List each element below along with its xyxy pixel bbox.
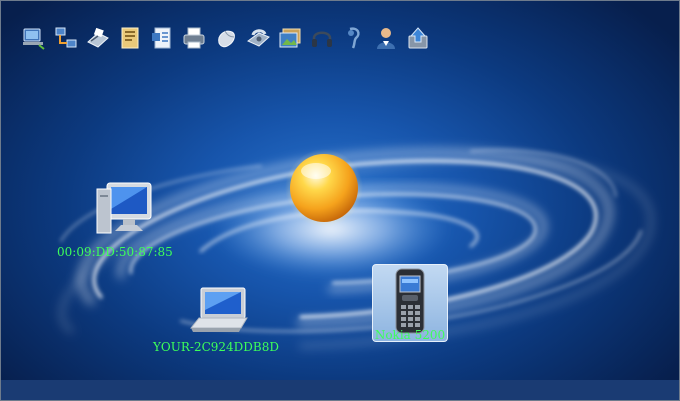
lan-connect-icon [53,25,79,51]
local-bluetooth-orb-icon[interactable] [285,149,363,227]
fax-button[interactable] [85,24,111,52]
file-transfer-icon [117,25,143,51]
sync-icon [405,25,431,51]
image-transfer-button[interactable] [277,24,303,52]
service-toolbar [21,21,431,55]
headset-icon [341,25,367,51]
mouse-button[interactable] [213,24,239,52]
mouse-icon [213,25,239,51]
network-access-button[interactable] [21,24,47,52]
phone-device-label: Nokia 5200 [374,328,446,342]
bluetooth-places-window: 00:09:DD:50:87:85 YOUR-2C924DDB8D Nokia … [0,0,680,401]
sync-button[interactable] [405,24,431,52]
object-push-icon [149,25,175,51]
personal-network-icon [373,25,399,51]
phone-device[interactable]: Nokia 5200 [372,264,448,342]
dialup-icon [245,25,271,51]
headphones-icon [309,25,335,51]
fax-icon [85,25,111,51]
headphones-button[interactable] [309,24,335,52]
laptop-computer-icon [141,284,291,340]
lan-connect-button[interactable] [53,24,79,52]
object-push-button[interactable] [149,24,175,52]
printer-button[interactable] [181,24,207,52]
desktop-computer-icon [77,179,153,245]
file-transfer-button[interactable] [117,24,143,52]
network-access-icon [21,25,47,51]
headset-button[interactable] [341,24,367,52]
laptop-device-label: YOUR-2C924DDB8D [153,340,279,354]
personal-network-button[interactable] [373,24,399,52]
printer-icon [181,25,207,51]
desktop-device-label: 00:09:DD:50:87:85 [57,245,173,259]
desktop-device[interactable]: 00:09:DD:50:87:85 [57,179,173,259]
dialup-button[interactable] [245,24,271,52]
image-transfer-icon [277,25,303,51]
laptop-device[interactable]: YOUR-2C924DDB8D [141,284,291,354]
